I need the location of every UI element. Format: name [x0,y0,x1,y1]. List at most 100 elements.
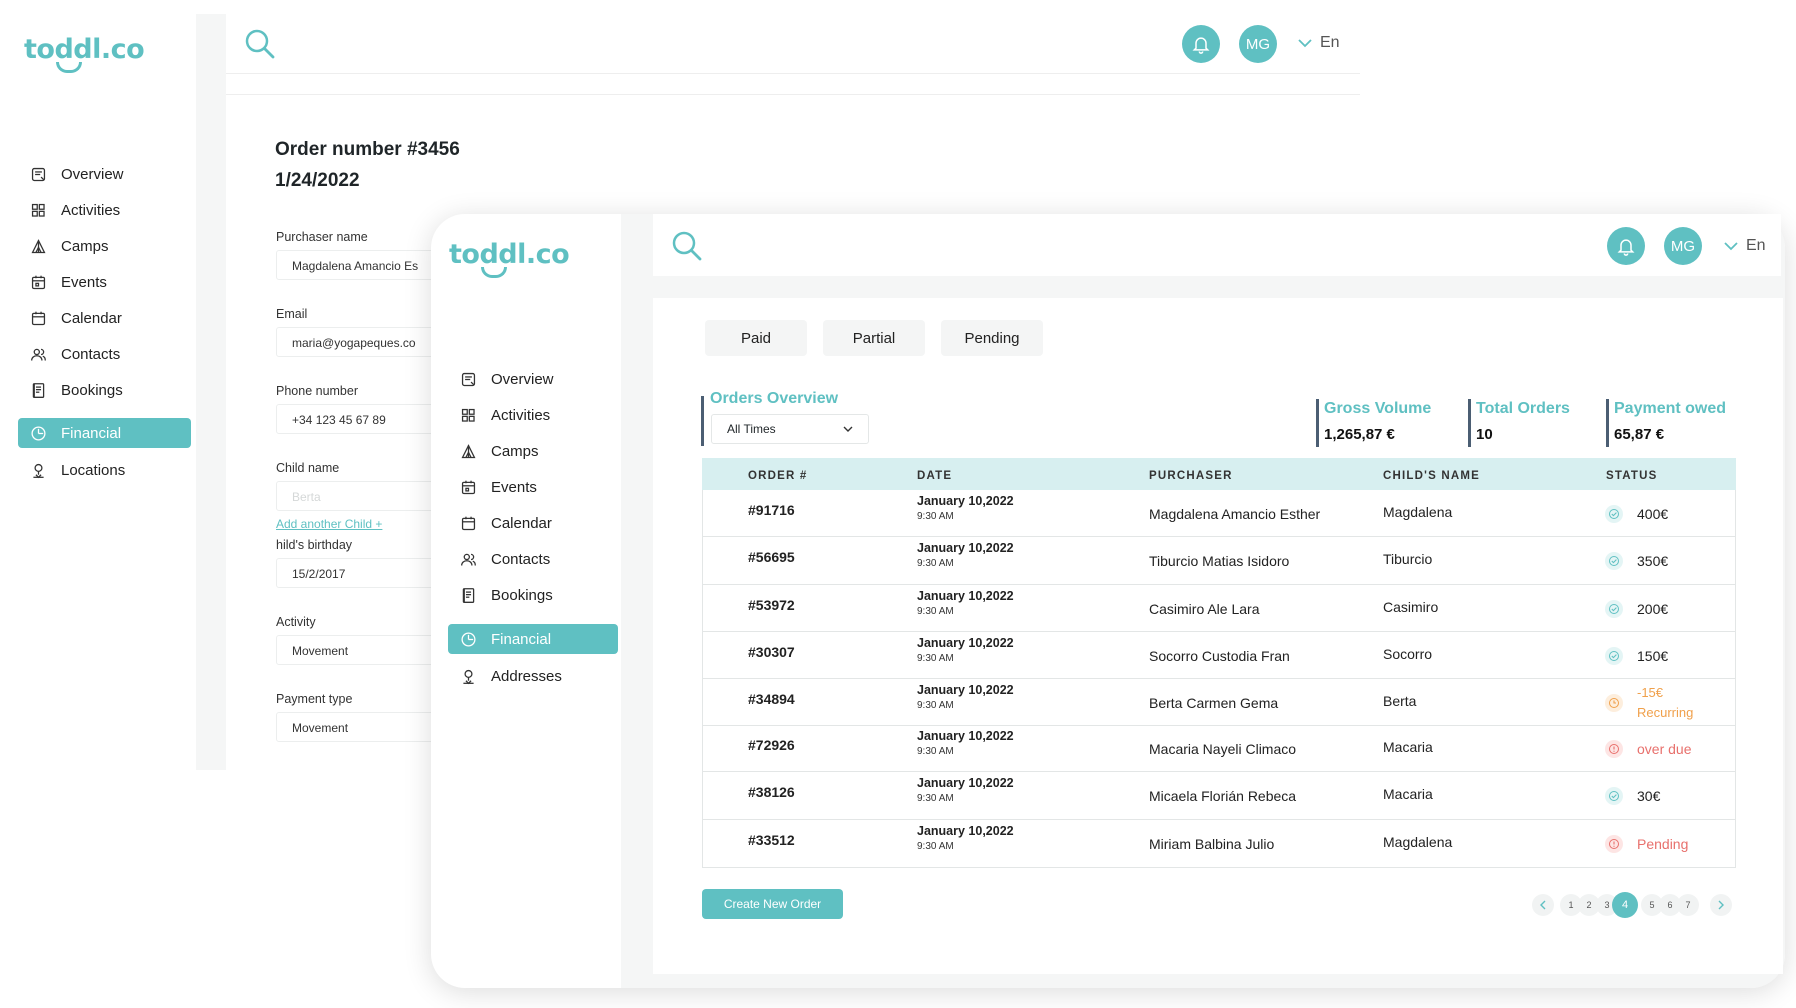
alert-icon [1605,835,1623,853]
add-child-link[interactable]: Add another Child + [276,517,382,531]
sidebar-item-financial[interactable]: Financial [18,418,191,448]
language-selector[interactable]: En [1298,34,1340,52]
back-logo: toddl.co [24,34,145,65]
time-filter-select[interactable]: All Times [711,414,869,444]
clock-icon [1605,693,1623,712]
check-circle-icon [1605,787,1623,805]
front-logo: toddl.co [449,239,570,270]
metric-title: Gross Volume [1324,400,1432,417]
sidebar-item-contacts[interactable]: Contacts [460,544,550,574]
order-date: January 10,2022 [917,729,1014,743]
order-number: #53972 [748,596,795,613]
language-selector[interactable]: En [1724,237,1766,255]
create-order-button[interactable]: Create New Order [702,889,843,919]
status-value: over due [1637,741,1692,757]
notification-bell-icon[interactable] [1182,25,1220,63]
sidebar-item-calendar[interactable]: Calendar [30,303,122,333]
purchaser-name: Miriam Balbina Julio [1149,836,1275,852]
sidebar-item-events[interactable]: Events [30,267,107,297]
sidebar-item-label: Bookings [61,381,123,399]
sidebar-item-contacts[interactable]: Contacts [30,339,120,369]
field-input[interactable]: 15/2/2017 [276,558,446,588]
page-4[interactable]: 4 [1612,892,1638,918]
field-label: Email [276,307,308,321]
search-icon[interactable] [671,230,703,262]
status-label: Recurring [1637,704,1694,720]
purchaser-name: Berta Carmen Gema [1149,694,1279,711]
page-7[interactable]: 7 [1677,894,1699,916]
field-label: Phone number [276,384,359,398]
order-number: #34894 [748,690,795,707]
grid-icon [461,408,475,422]
order-date: January 10,2022 [917,682,1014,697]
field-input[interactable]: Berta [276,481,446,511]
order-date: January 10,2022 [917,493,1014,508]
child-name: Magdalena [1383,503,1453,520]
sidebar-item-locations[interactable]: Locations [30,455,125,485]
order-date: January 10,2022 [917,824,1014,838]
location-icon [33,463,44,478]
child-name: Magdalena [1383,834,1453,850]
financial-icon [461,631,476,647]
metric-title: Payment owed [1614,400,1727,417]
tab-pending[interactable]: Pending [941,320,1043,356]
purchaser-name: Tiburcio Matias Isidoro [1149,553,1290,569]
overview-icon [461,372,476,386]
order-time: 9:30 AM [917,605,954,617]
check-circle-icon [1605,552,1623,570]
sidebar-item-label: Addresses [491,667,562,685]
avatar[interactable]: MG [1664,227,1702,265]
sidebar-item-label: Contacts [491,550,551,568]
sidebar-item-financial[interactable]: Financial [448,624,618,654]
order-time: 9:30 AM [917,558,954,569]
tent-icon [31,238,46,253]
order-number: #56695 [748,549,795,565]
field-label: hild's birthday [276,538,353,552]
sidebar-item-addresses[interactable]: Addresses [460,661,562,691]
sidebar-item-overview[interactable]: Overview [30,159,124,189]
field-input[interactable]: +34 123 45 67 89 [276,404,446,434]
sidebar-item-label: Bookings [491,586,553,604]
status-value: 350€ [1637,553,1669,569]
order-time: 9:30 AM [917,793,954,804]
chevron-down-icon [1724,242,1738,251]
tab-partial[interactable]: Partial [823,320,925,356]
purchaser-name: Socorro Custodia Fran [1149,647,1290,664]
search-icon[interactable] [244,28,276,60]
sidebar-item-activities[interactable]: Activities [460,400,550,430]
time-filter-value: All Times [727,422,776,436]
bookings-icon [462,587,475,603]
order-date: January 10,2022 [917,776,1014,790]
sidebar-item-camps[interactable]: Camps [30,231,109,261]
event-calendar-icon [31,275,46,289]
order-time: 9:30 AM [917,746,954,757]
bookings-icon [32,382,45,398]
sidebar-item-bookings[interactable]: Bookings [30,375,123,405]
event-calendar-icon [461,480,476,494]
chevron-down-icon [1298,39,1312,48]
sidebar-item-calendar[interactable]: Calendar [460,508,552,538]
order-title: Order number #3456 [275,139,460,160]
metric-value: 65,87 € [1614,426,1665,443]
tab-paid[interactable]: Paid [705,320,807,356]
field-input[interactable]: Magdalena Amancio Es [276,250,446,280]
order-time: 9:30 AM [917,699,954,711]
field-label: Activity [276,615,316,629]
sidebar-item-camps[interactable]: Camps [460,436,539,466]
notification-bell-icon[interactable] [1607,227,1645,265]
metric-bar [1468,399,1471,447]
sidebar-item-overview[interactable]: Overview [460,364,554,394]
field-input[interactable]: Movement [276,712,446,742]
sidebar-item-activities[interactable]: Activities [30,195,120,225]
child-name: Macaria [1383,786,1433,802]
sidebar-item-label: Overview [61,165,124,183]
field-input[interactable]: Movement [276,635,446,665]
sidebar-item-label: Overview [491,370,554,388]
chevron-left-icon[interactable] [1532,894,1554,916]
language-label: En [1320,34,1340,51]
sidebar-item-events[interactable]: Events [460,472,537,502]
avatar[interactable]: MG [1239,25,1277,63]
chevron-right-icon[interactable] [1710,894,1732,916]
field-input[interactable]: maria@yogapeques.co [276,327,446,357]
sidebar-item-bookings[interactable]: Bookings [460,580,553,610]
